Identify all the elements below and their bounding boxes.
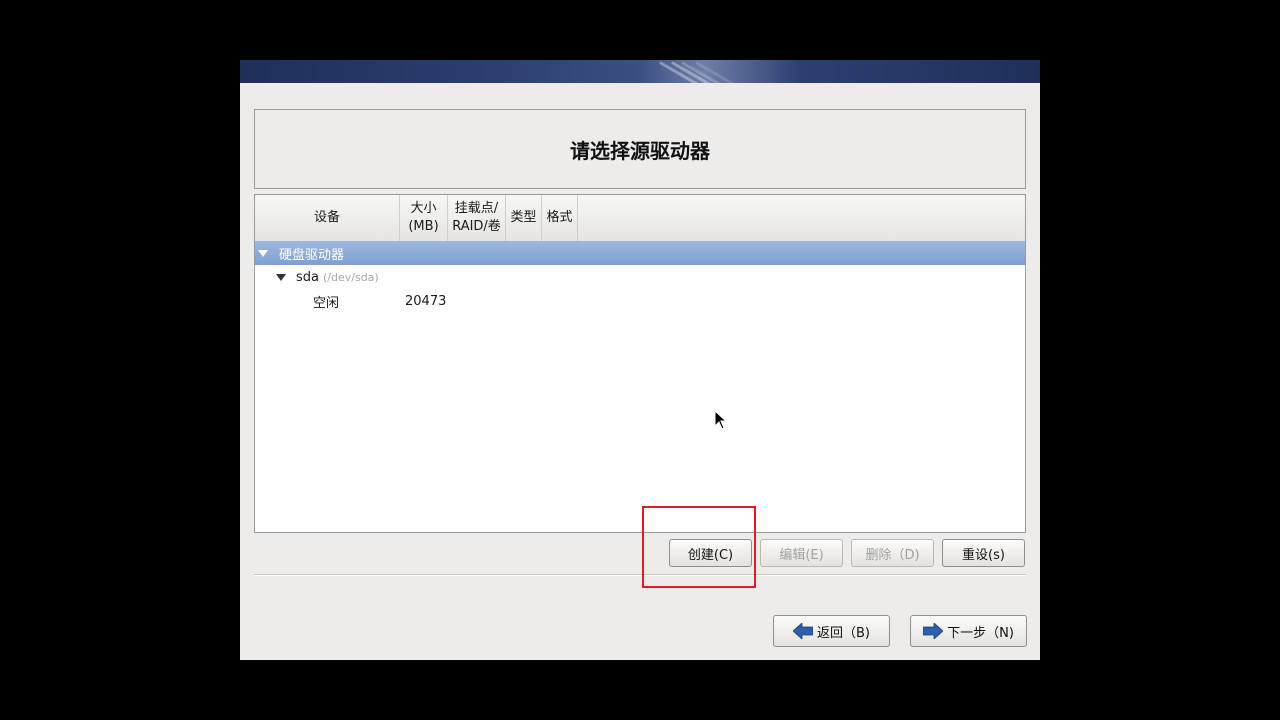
column-mount-label: 挂载点/ RAID/卷 <box>452 201 501 234</box>
disk-name: sda <box>296 269 319 285</box>
hard-drives-label: 硬盘驱动器 <box>279 247 345 263</box>
column-size-label: 大小 (MB) <box>408 201 439 234</box>
next-button[interactable]: 下一步（N) <box>910 615 1027 647</box>
tree-row-sda[interactable]: sda (/dev/sda) <box>255 265 1025 289</box>
arrow-right-icon <box>923 623 944 639</box>
column-device[interactable]: 设备 <box>255 195 400 241</box>
partition-table[interactable]: 设备 大小 (MB) 挂载点/ RAID/卷 类型 格式 硬盘驱动器 sda (… <box>254 194 1026 533</box>
create-button[interactable]: 创建(C) <box>669 539 752 567</box>
table-header: 设备 大小 (MB) 挂载点/ RAID/卷 类型 格式 <box>255 195 1025 242</box>
free-label: 空闲 <box>313 295 340 311</box>
expander-triangle-icon[interactable] <box>258 249 268 257</box>
arrow-left-icon <box>793 623 813 639</box>
page-title-box: 请选择源驱动器 <box>254 109 1026 189</box>
column-type[interactable]: 类型 <box>506 195 542 241</box>
reset-button[interactable]: 重设(s) <box>942 539 1025 567</box>
tree-row-hard-drives[interactable]: 硬盘驱动器 <box>255 241 1025 265</box>
page-title: 请选择源驱动器 <box>570 138 710 163</box>
back-button[interactable]: 返回（B) <box>773 615 890 647</box>
free-size: 20473 <box>405 293 447 309</box>
installer-window: 请选择源驱动器 设备 大小 (MB) 挂载点/ RAID/卷 类型 格式 硬盘驱… <box>240 60 1040 660</box>
separator <box>254 574 1026 576</box>
column-type-label: 类型 <box>510 210 537 225</box>
delete-button[interactable]: 删除（D) <box>851 539 934 567</box>
back-button-label: 返回（B) <box>817 625 870 641</box>
column-format-label: 格式 <box>546 210 573 225</box>
column-format[interactable]: 格式 <box>542 195 578 241</box>
column-size[interactable]: 大小 (MB) <box>400 195 448 241</box>
edit-button[interactable]: 编辑(E) <box>760 539 843 567</box>
tree-row-free[interactable]: 空闲 20473 <box>255 289 1025 313</box>
expander-triangle-icon[interactable] <box>276 273 286 281</box>
column-device-label: 设备 <box>313 210 340 225</box>
mouse-cursor-icon <box>714 410 728 430</box>
next-button-label: 下一步（N) <box>947 625 1014 641</box>
disk-path: (/dev/sda) <box>323 270 379 284</box>
header-banner <box>240 60 1040 83</box>
column-mount[interactable]: 挂载点/ RAID/卷 <box>448 195 506 241</box>
